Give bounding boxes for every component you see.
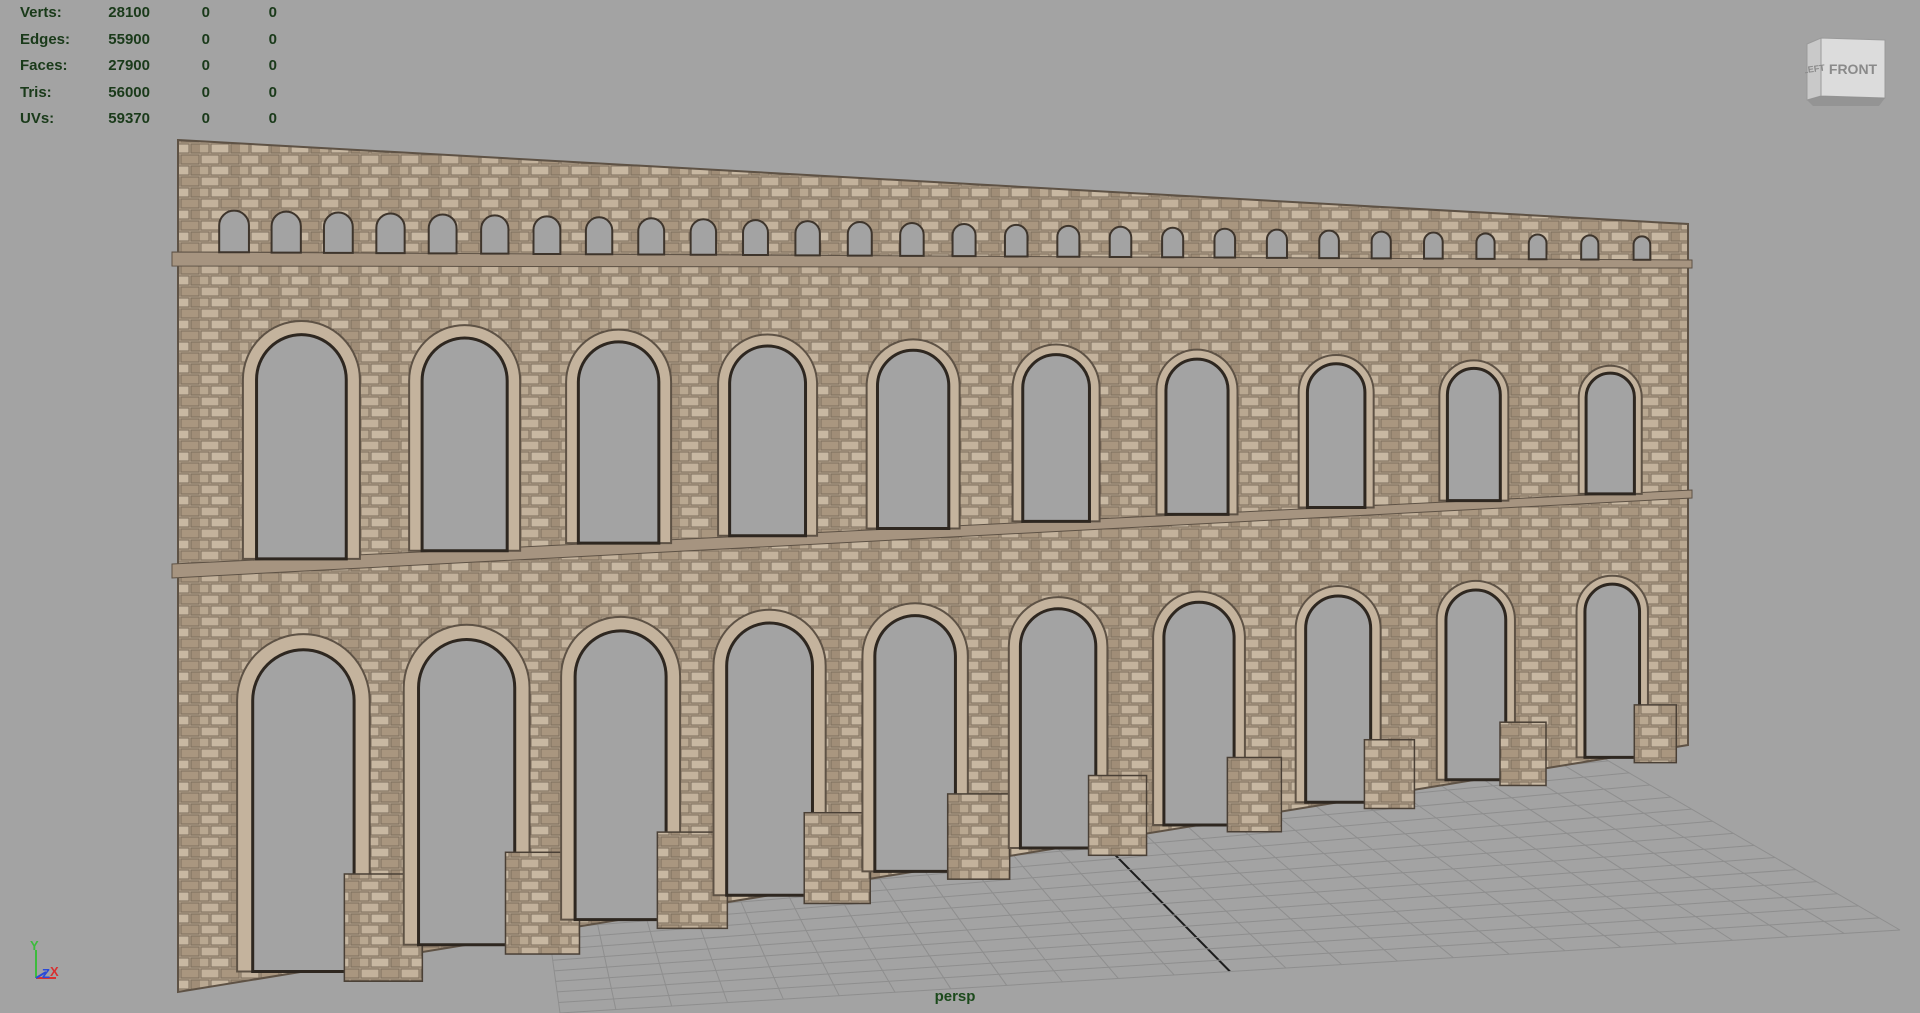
aqueduct-model[interactable]	[171, 138, 1693, 994]
upper-arch-opening	[1584, 371, 1636, 496]
hud-value: 0	[268, 57, 277, 74]
hud-value: 55900	[108, 30, 150, 48]
grid-line	[557, 905, 1859, 993]
hud-value: 0	[268, 110, 277, 127]
upper-arch-opening	[1305, 362, 1367, 509]
small-arch-window	[270, 210, 302, 254]
small-arch-window	[689, 218, 718, 256]
small-arch-window	[1475, 232, 1496, 260]
hud-value: 0	[201, 57, 210, 74]
lower-arch-opening	[573, 629, 668, 922]
small-arch-window	[532, 215, 562, 255]
small-arch-window	[1213, 228, 1237, 259]
upper-arch-opening	[728, 344, 808, 538]
pier-base	[1633, 704, 1678, 764]
lower-arch-opening	[1018, 607, 1098, 850]
pier-base	[1499, 721, 1547, 787]
lower-arch-opening	[873, 614, 957, 873]
small-arch-window	[899, 222, 925, 257]
hud-value: 0	[268, 4, 277, 21]
lower-arch-opening	[1162, 600, 1236, 827]
hud-value: 59370	[108, 110, 150, 127]
small-arch-window	[794, 220, 821, 257]
upper-arch-opening	[255, 333, 348, 561]
upper-arch-opening	[576, 340, 661, 545]
upper-arch-opening	[420, 336, 509, 553]
small-arch-window	[1265, 228, 1288, 259]
hud-label: Verts:	[20, 4, 62, 21]
small-arch-window	[1580, 234, 1600, 261]
hud-value: 28100	[108, 4, 150, 21]
pier-base	[1087, 774, 1148, 857]
x-axis-label: X	[50, 964, 59, 979]
hud-row-uvs: UVs: 59370 0 0	[20, 106, 277, 133]
small-arch-window	[1632, 235, 1652, 261]
hud-label: UVs:	[20, 110, 55, 127]
small-arch-window	[322, 211, 354, 254]
hud-value: 0	[201, 30, 210, 48]
y-axis-label: Y	[30, 938, 39, 953]
small-arch-window	[584, 216, 614, 256]
small-arch-window	[218, 209, 250, 254]
view-cube-front-label: FRONT	[1829, 61, 1878, 77]
small-arch-window	[375, 212, 406, 255]
heads-up-display: Verts: 28100 0 0 Edges: 55900 0 0 Faces:…	[20, 0, 277, 133]
grid-line	[555, 893, 1838, 982]
small-arch-window	[1370, 230, 1392, 260]
grid-line	[559, 929, 1901, 1013]
upper-arch-opening	[875, 348, 951, 530]
grid-line	[558, 917, 1880, 1003]
hud-row-faces: Faces: 27900 0 0	[20, 53, 277, 80]
upper-arch-opening	[1445, 366, 1502, 503]
pier-base	[946, 793, 1011, 880]
small-arch-window	[637, 217, 666, 256]
hud-row-edges: Edges: 55900 0 0	[20, 27, 277, 54]
lower-arch-opening	[1583, 582, 1642, 759]
hud-row-tris: Tris: 56000 0 0	[20, 80, 277, 107]
hud-value: 0	[201, 83, 210, 101]
upper-arch-opening	[1021, 353, 1091, 523]
lower-arch-opening	[725, 621, 814, 897]
camera-name-label: persp	[934, 988, 976, 1005]
lower-arch-opening	[1304, 594, 1373, 804]
small-arch-window	[1003, 223, 1029, 258]
hud-label: Edges:	[20, 30, 71, 48]
z-axis-label: Z	[42, 966, 50, 981]
hud-value: 0	[268, 83, 277, 101]
pier-base	[1226, 756, 1283, 833]
lower-arch-opening	[417, 638, 517, 947]
3d-viewport[interactable]	[0, 0, 1920, 1013]
hud-row-verts: Verts: 28100 0 0	[20, 0, 277, 27]
small-arch-window	[1056, 224, 1081, 258]
small-arch-window	[1161, 226, 1185, 259]
small-arch-window	[1318, 229, 1340, 260]
hud-label: Tris:	[20, 83, 52, 101]
hud-value: 0	[268, 30, 277, 48]
small-arch-window	[742, 219, 769, 257]
hud-value: 27900	[108, 57, 150, 74]
hud-value: 0	[201, 110, 210, 127]
small-arch-window	[846, 221, 873, 257]
small-arch-window	[427, 213, 458, 255]
small-arch-window	[1108, 226, 1133, 258]
hud-label: Faces:	[20, 57, 68, 74]
upper-arch-opening	[1164, 357, 1230, 516]
hud-value: 0	[201, 4, 210, 21]
pier-base	[1363, 738, 1416, 810]
small-arch-window	[1527, 233, 1548, 261]
small-arch-window	[480, 214, 510, 255]
view-cube[interactable]: LEFT FRONT	[1805, 36, 1891, 112]
hud-value: 56000	[108, 83, 150, 101]
lower-arch-opening	[251, 648, 356, 973]
axis-indicator: Y Z X	[26, 938, 66, 988]
small-arch-window	[951, 223, 977, 258]
lower-arch-opening	[1444, 588, 1508, 782]
small-arch-window	[1423, 231, 1444, 260]
pier-base	[803, 811, 871, 905]
